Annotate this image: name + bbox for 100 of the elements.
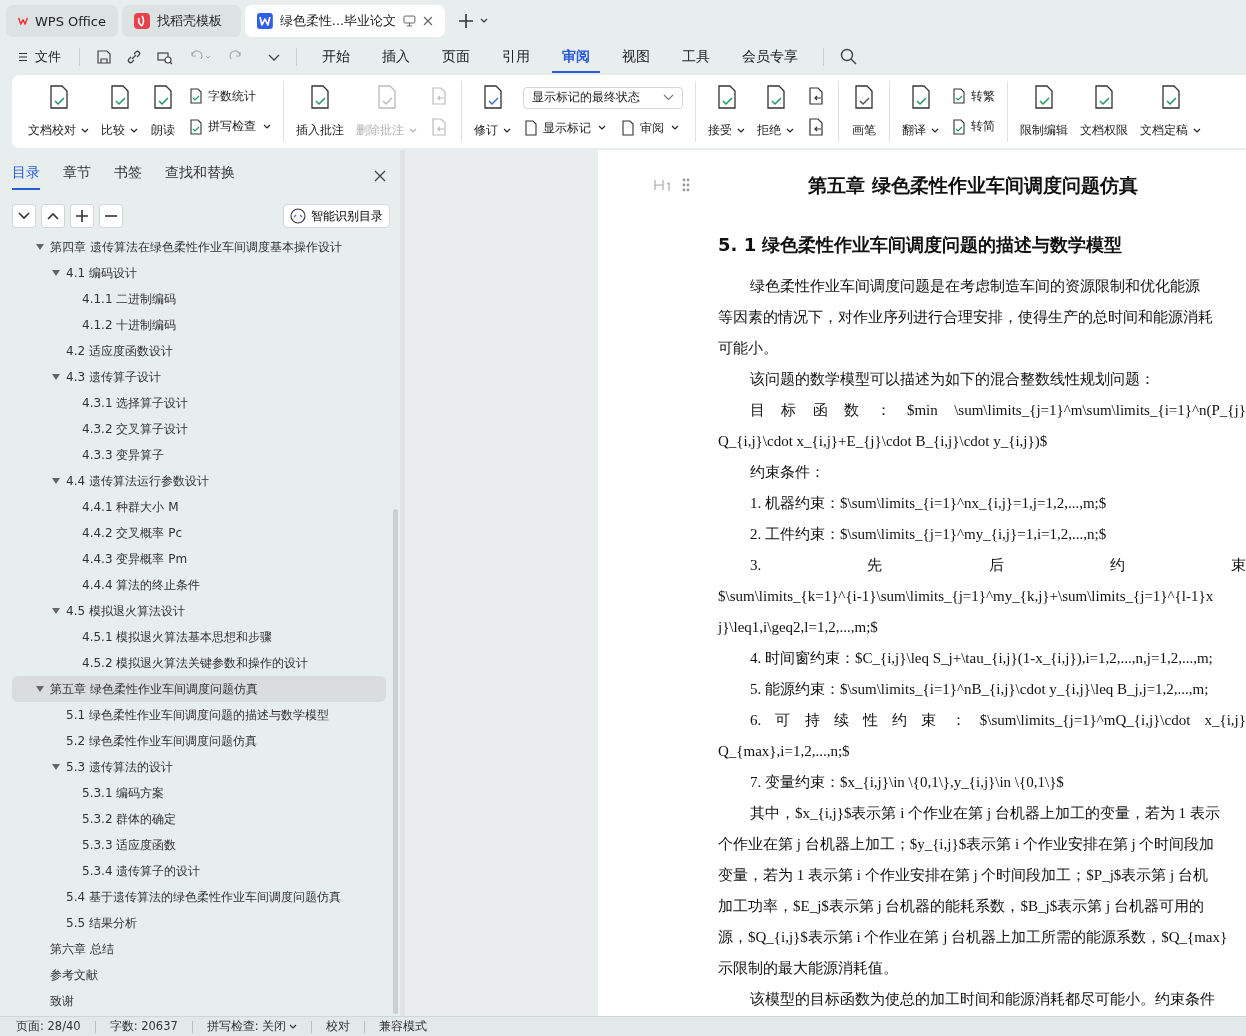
toc-item[interactable]: 第五章 绿色柔性作业车间调度问题仿真 xyxy=(12,676,386,702)
toc-item[interactable]: 4.3 遗传算子设计 xyxy=(12,364,386,390)
monitor-icon[interactable] xyxy=(403,15,417,27)
toc-item[interactable]: 4.4.4 算法的终止条件 xyxy=(12,572,386,598)
new-tab-icon[interactable] xyxy=(459,14,489,28)
drag-handle-icon[interactable] xyxy=(682,178,690,192)
paragraph-line: 等因素的情况下，对作业序列进行合理安排，使得生产的总时间和能源消耗 xyxy=(718,308,1214,327)
toc-item[interactable]: 参考文献 xyxy=(12,962,386,988)
markup-view-select[interactable]: 显示标记的最终状态 xyxy=(523,86,683,109)
toc-item[interactable]: 4.1 编码设计 xyxy=(12,260,386,286)
status-item[interactable]: 拼写检查: 关闭 xyxy=(204,1019,300,1034)
toc-item[interactable]: 5.3.2 群体的确定 xyxy=(12,806,386,832)
smart-toc-button[interactable]: 智能识别目录 xyxy=(283,204,390,228)
toc-item[interactable]: 5.3 遗传算法的设计 xyxy=(12,754,386,780)
ribbon-button[interactable]: 文档定稿 xyxy=(1136,81,1205,142)
ribbon-button[interactable]: 显示标记 xyxy=(523,119,606,137)
toc-item[interactable]: 4.5 模拟退火算法设计 xyxy=(12,598,386,624)
paragraph-line: 示限制的最大能源消耗值。 xyxy=(718,959,899,978)
add-button[interactable] xyxy=(70,204,94,228)
ribbon-button[interactable]: 拒绝 xyxy=(753,81,798,142)
ribbon-button[interactable]: 插入批注 xyxy=(292,81,348,142)
ribbon-button[interactable]: 画笔 xyxy=(847,81,881,142)
toc-item[interactable]: 第四章 遗传算法在绿色柔性作业车间调度基本操作设计 xyxy=(12,234,386,260)
close-icon[interactable] xyxy=(374,170,386,182)
toc-item[interactable]: 4.1.1 二进制编码 xyxy=(12,286,386,312)
paragraph-line: 绿色柔性作业车间调度问题是在考虑制造车间的资源限制和优化能源 xyxy=(749,277,1201,296)
toc-item[interactable]: 4.2 适应度函数设计 xyxy=(12,338,386,364)
close-icon[interactable] xyxy=(423,16,433,26)
caret-icon[interactable] xyxy=(268,52,280,62)
sidebar-tab[interactable]: 章节 xyxy=(63,162,91,190)
ribbon-button[interactable]: 字数统计 xyxy=(188,87,256,105)
paragraph-line: 2. 工件约束：$\sum\limits_{j=1}^my_{i,j}=1,i=1,2,...,n;$ xyxy=(749,525,1108,544)
window-tab[interactable]: WPS Office xyxy=(6,5,118,37)
toc-item[interactable]: 5.1 绿色柔性作业车间调度问题的描述与数学模型 xyxy=(12,702,386,728)
document-icon xyxy=(188,88,204,105)
link-icon[interactable] xyxy=(126,49,142,65)
paragraph-line: 该问题的数学模型可以描述为如下的混合整数线性规划问题： xyxy=(749,370,1156,389)
document-arrow-icon[interactable] xyxy=(806,86,826,107)
ribbon-tab[interactable]: 审阅 xyxy=(552,41,600,73)
ribbon-button[interactable]: 修订 xyxy=(470,81,515,142)
document-icon xyxy=(620,120,636,136)
ribbon-tab[interactable]: 会员专享 xyxy=(732,41,808,73)
toc-item[interactable]: 4.1.2 十进制编码 xyxy=(12,312,386,338)
toc-item[interactable]: 4.4.3 变异概率 Pm xyxy=(12,546,386,572)
ribbon-tab[interactable]: 页面 xyxy=(432,41,480,73)
scrollbar-thumb[interactable] xyxy=(393,509,398,1014)
toc-item[interactable]: 4.5.2 模拟退火算法关键参数和操作的设计 xyxy=(12,650,386,676)
search-icon[interactable] xyxy=(840,48,858,66)
ribbon-button[interactable]: 翻译 xyxy=(898,81,943,142)
window-tab[interactable]: 找稻壳模板 xyxy=(122,5,241,37)
ribbon-button[interactable]: 转简 xyxy=(951,118,995,136)
ribbon-tab[interactable]: 工具 xyxy=(672,41,720,73)
expand-button[interactable] xyxy=(41,204,65,228)
save-icon[interactable] xyxy=(96,49,112,65)
caret-icon xyxy=(289,1023,298,1030)
toc-item[interactable]: 5.4 基于遗传算法的绿色柔性作业车间调度问题仿真 xyxy=(12,884,386,910)
ribbon-button[interactable]: 转繁 xyxy=(951,87,995,105)
ribbon-tab[interactable]: 插入 xyxy=(372,41,420,73)
ribbon-button[interactable]: 审阅 xyxy=(620,119,679,137)
ribbon-button[interactable]: 比较 xyxy=(97,81,142,142)
status-item: 兼容模式 xyxy=(378,1019,429,1034)
toc-item[interactable]: 5.5 结果分析 xyxy=(12,910,386,936)
caret-icon xyxy=(598,125,606,131)
toc-item[interactable]: 4.3.1 选择算子设计 xyxy=(12,390,386,416)
ribbon-button[interactable]: 拼写检查 xyxy=(188,118,271,136)
document-arrow-icon[interactable] xyxy=(806,116,826,137)
toc-item[interactable]: 5.3.4 遗传算子的设计 xyxy=(12,858,386,884)
sidebar-tab[interactable]: 书签 xyxy=(114,162,142,190)
toc-item[interactable]: 4.3.2 交叉算子设计 xyxy=(12,416,386,442)
ribbon-button[interactable]: 文档权限 xyxy=(1076,81,1132,142)
toc-item[interactable]: 第六章 总结 xyxy=(12,936,386,962)
caret-icon xyxy=(81,127,89,134)
ribbon-button[interactable]: 接受 xyxy=(704,81,749,142)
toc-item[interactable]: 4.4.2 交叉概率 Pc xyxy=(12,520,386,546)
paragraph-line: 其中，$x_{i,j}$表示第 i 个作业在第 j 台机器上加工的变量，若为 1 表示 xyxy=(749,804,1221,823)
ribbon-button[interactable]: 限制编辑 xyxy=(1016,81,1072,142)
remove-button[interactable] xyxy=(99,204,123,228)
toc-item[interactable]: 4.5.1 模拟退火算法基本思想和步骤 xyxy=(12,624,386,650)
ribbon-button[interactable]: 文档校对 xyxy=(24,81,93,142)
toc-item[interactable]: 4.4.1 种群大小 M xyxy=(12,494,386,520)
collapse-button[interactable] xyxy=(12,204,36,228)
file-menu[interactable]: 文件 xyxy=(12,48,67,66)
toc-item[interactable]: 致谢 xyxy=(12,988,386,1014)
toc-item[interactable]: 5.3.3 适应度函数 xyxy=(12,832,386,858)
triangle-icon xyxy=(36,244,44,250)
window-tab[interactable]: 绿色柔性...毕业论文 xyxy=(245,5,445,37)
sidebar-tab[interactable]: 目录 xyxy=(12,162,40,190)
ribbon-tab[interactable]: 视图 xyxy=(612,41,660,73)
toc-item[interactable]: 5.2 绿色柔性作业车间调度问题仿真 xyxy=(12,728,386,754)
sidebar-tab[interactable]: 查找和替换 xyxy=(165,162,235,190)
ribbon-tab[interactable]: 引用 xyxy=(492,41,540,73)
toc-item[interactable]: 4.3.3 变异算子 xyxy=(12,442,386,468)
ribbon-button[interactable]: 朗读 xyxy=(146,81,180,142)
ribbon-tab[interactable]: 开始 xyxy=(312,41,360,73)
toc-item[interactable]: 5.3.1 编码方案 xyxy=(12,780,386,806)
caret-icon xyxy=(409,127,417,134)
toc-item[interactable]: 4.4 遗传算法运行参数设计 xyxy=(12,468,386,494)
menu-icon xyxy=(18,52,28,62)
paragraph-line: 可能小。 xyxy=(718,339,779,358)
print-preview-icon[interactable] xyxy=(156,49,174,65)
